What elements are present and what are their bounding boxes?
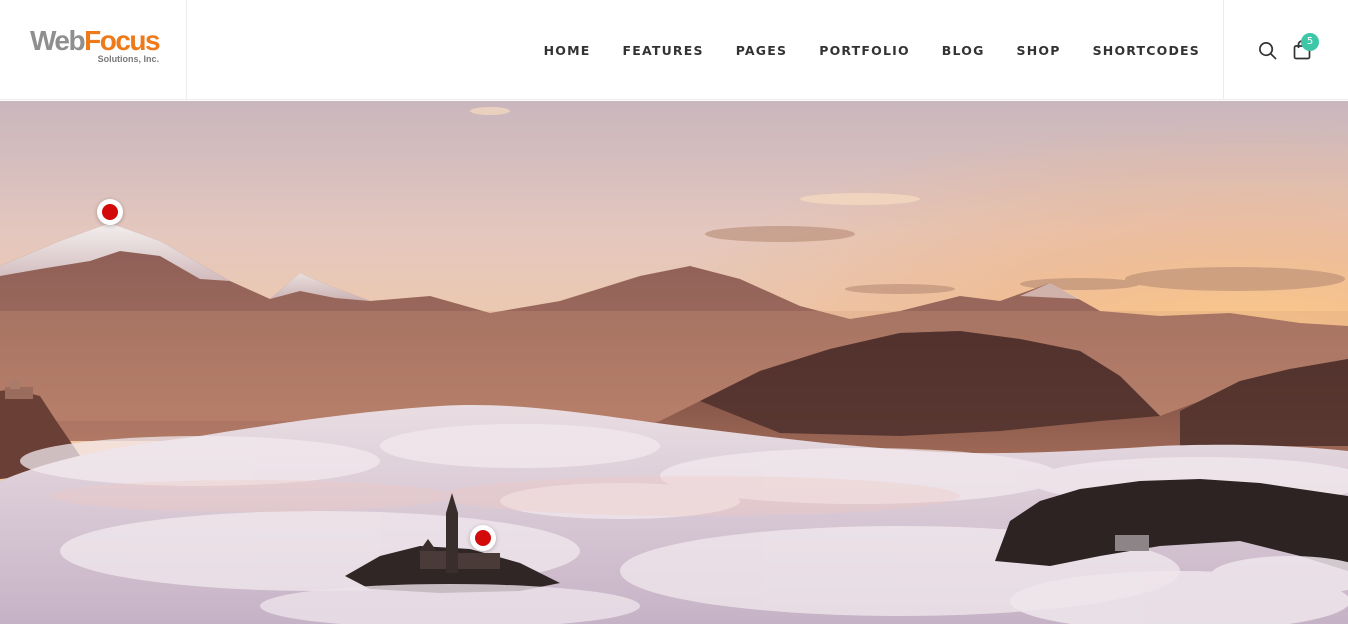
logo-wordmark: WebFocus bbox=[30, 25, 161, 56]
hero-landscape-illustration bbox=[0, 101, 1348, 624]
hotspot-church-island[interactable] bbox=[470, 525, 496, 551]
logo-part-web: Web bbox=[30, 25, 86, 56]
logo-part-focus: Focus bbox=[84, 25, 160, 56]
site-header: WebFocus Solutions, Inc. HOME FEATURES P… bbox=[0, 0, 1348, 100]
search-icon[interactable] bbox=[1258, 41, 1277, 60]
cart-count-badge: 5 bbox=[1301, 33, 1319, 51]
nav-portfolio[interactable]: PORTFOLIO bbox=[819, 43, 910, 58]
nav-features[interactable]: FEATURES bbox=[622, 43, 703, 58]
header-tools: 5 bbox=[1223, 0, 1348, 100]
site-logo[interactable]: WebFocus Solutions, Inc. bbox=[30, 25, 161, 65]
nav-shortcodes[interactable]: SHORTCODES bbox=[1093, 43, 1200, 58]
main-nav: HOME FEATURES PAGES PORTFOLIO BLOG SHOP … bbox=[512, 0, 1200, 100]
hotspot-mountain-peak[interactable] bbox=[97, 199, 123, 225]
nav-blog[interactable]: BLOG bbox=[942, 43, 985, 58]
nav-home[interactable]: HOME bbox=[544, 43, 591, 58]
nav-pages[interactable]: PAGES bbox=[736, 43, 788, 58]
logo-container: WebFocus Solutions, Inc. bbox=[0, 0, 187, 100]
nav-shop[interactable]: SHOP bbox=[1017, 43, 1061, 58]
hero-image bbox=[0, 101, 1348, 624]
